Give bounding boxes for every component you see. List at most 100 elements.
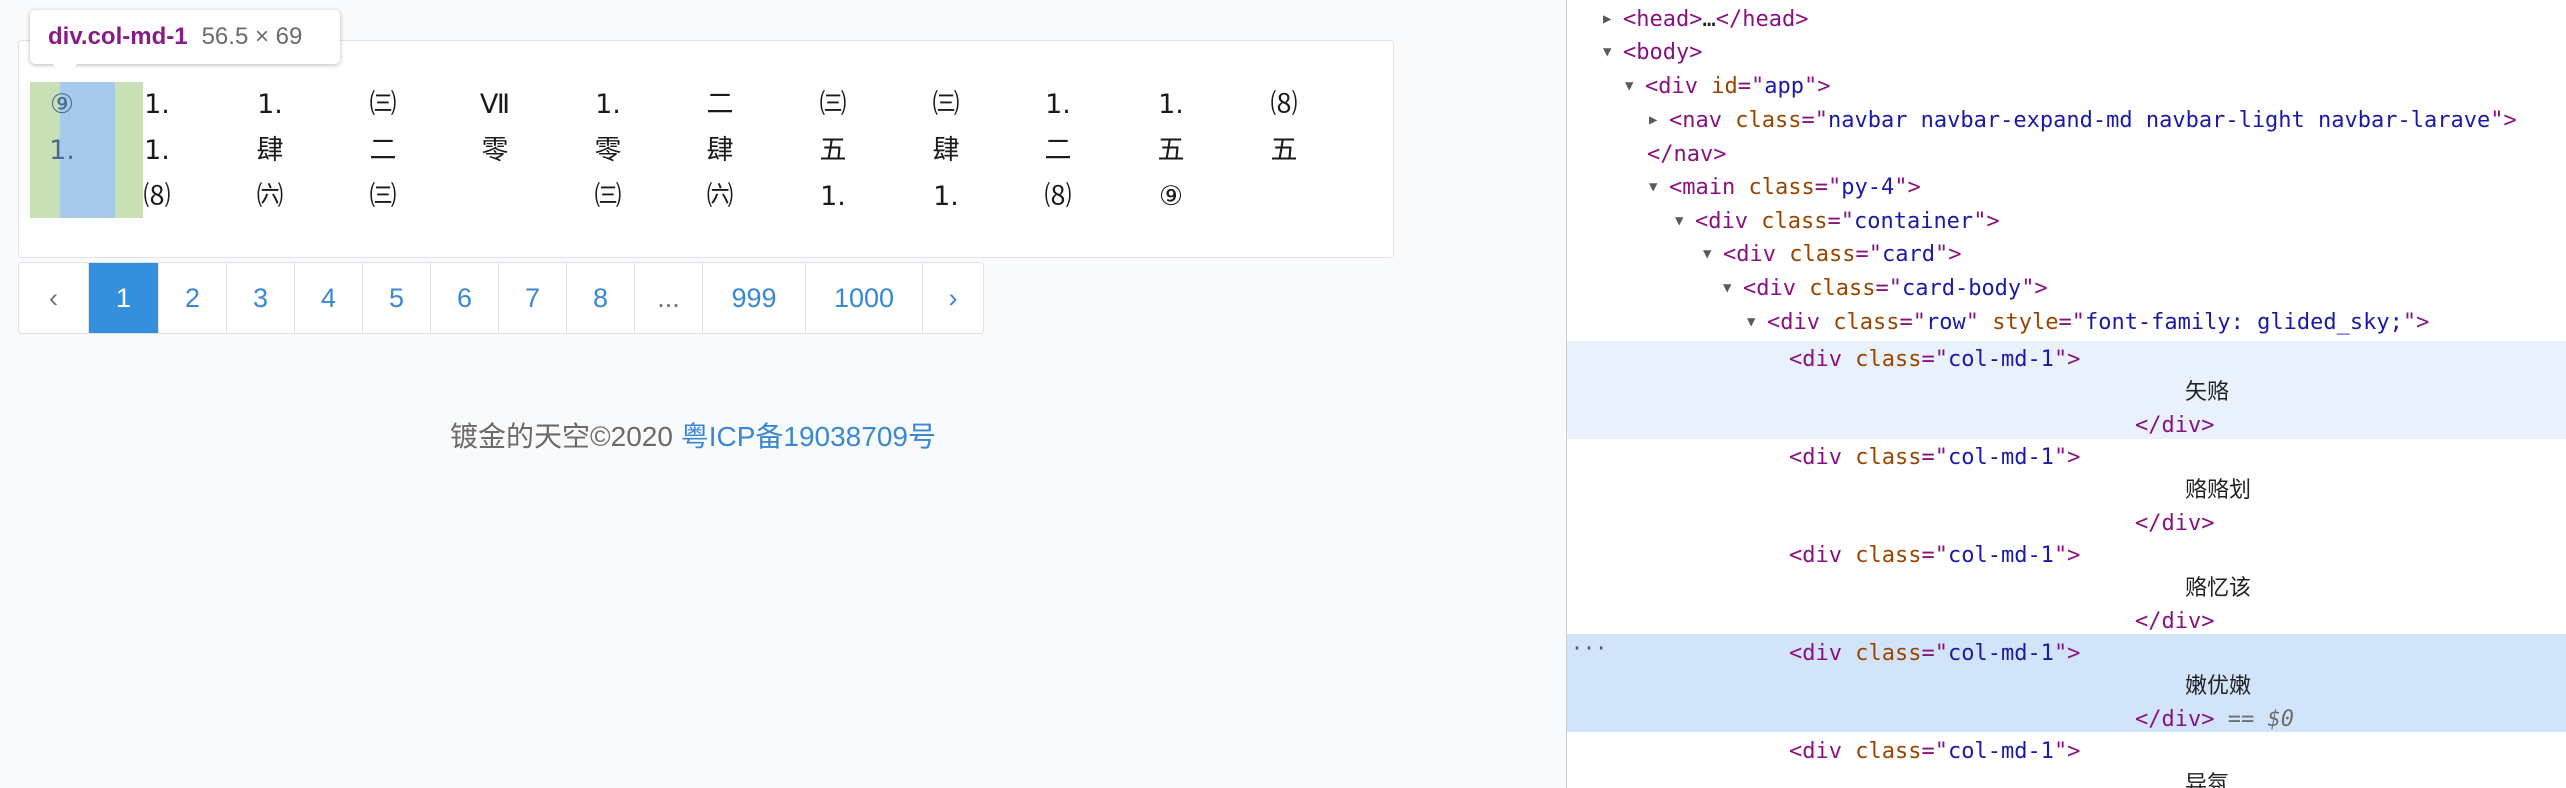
glyph-column: ㈢二㈢ <box>353 82 413 220</box>
dom-node-text[interactable]: 赂忆该 <box>1567 572 2566 605</box>
pagination-page-999[interactable]: 999 <box>703 263 806 333</box>
dom-node-col-md-1[interactable]: <div class="col-md-1"> <box>1567 441 2566 474</box>
collapse-arrow-icon[interactable]: ▼ <box>1723 272 1731 305</box>
dom-node-col-close[interactable]: </div> <box>1567 409 2566 442</box>
devtools-elements-panel: ▶ <head>…</head> ▼ <body> ▼ <div id="app"> ▶ <n… <box>1566 0 2566 788</box>
glyph-cell: 1. <box>820 181 846 212</box>
glyph-column: 1. 五 ⑨ <box>1141 82 1201 220</box>
pagination-page-6[interactable]: 6 <box>431 263 499 333</box>
icp-link[interactable]: 粤ICP备19038709号 <box>681 421 936 452</box>
glyph-cell: ⑨ <box>1158 181 1184 212</box>
glyph-column: 1. 二 ⑻ <box>1028 82 1088 220</box>
dom-node-nav-close[interactable]: </nav> <box>1567 138 2566 171</box>
glyph-column: ⑨ 1. <box>32 82 92 174</box>
dom-node-text[interactable]: 嫩优嫩 <box>1567 670 2566 703</box>
glyph-cell: ⑻ <box>1270 89 1298 120</box>
glyph-cell: 肆 <box>706 135 734 166</box>
glyph-cell <box>465 174 525 220</box>
dom-node-card[interactable]: ▼ <div class="card"> <box>1567 238 2566 271</box>
glyph-cell: 零 <box>594 135 622 166</box>
glyph-cell: 1. <box>257 89 283 120</box>
glyph-cell: 1. <box>595 89 621 120</box>
dom-node-col-md-1[interactable]: <div class="col-md-1"> <box>1567 735 2566 768</box>
glyph-cell: 1. <box>49 135 75 166</box>
glyph-cell: 零 <box>481 135 509 166</box>
collapse-arrow-icon[interactable]: ▼ <box>1603 36 1611 69</box>
pagination: ‹ 1 2 3 4 5 6 7 8 ... 999 1000 › <box>18 262 984 334</box>
tooltip-arrow <box>52 63 78 79</box>
glyph-cell: 五 <box>1270 135 1298 166</box>
glyph-cell: 1. <box>1158 89 1184 120</box>
dom-node-card-body[interactable]: ▼ <div class="card-body"> <box>1567 272 2566 305</box>
footer: 镀金的天空©2020 粤ICP备19038709号 <box>450 415 936 455</box>
dom-node-main[interactable]: ▼ <main class="py-4"> <box>1567 171 2566 204</box>
glyph-cell: ㈢ <box>932 89 960 120</box>
glyph-cell: ⑻ <box>1044 181 1072 212</box>
glyph-cell: 二 <box>706 89 734 120</box>
more-actions-icon[interactable]: ··· <box>1571 636 1607 660</box>
glyph-cell: ㈥ <box>706 181 734 212</box>
glyph-cell: ㈢ <box>369 89 397 120</box>
glyph-column: 二肆㈥ <box>690 82 750 220</box>
dom-node-body[interactable]: ▼ <body> <box>1567 36 2566 69</box>
tooltip-dimensions: 56.5 × 69 <box>201 23 303 50</box>
glyph-cell: ⑨ <box>49 89 75 120</box>
glyph-column: ⑻五 <box>1254 82 1314 220</box>
dom-node-col-md-1[interactable]: <div class="col-md-1"> <box>1567 343 2566 376</box>
glyph-cell: ㈢ <box>369 181 397 212</box>
pagination-page-5[interactable]: 5 <box>363 263 431 333</box>
inspect-tooltip: div.col-md-1 56.5 × 69 <box>30 10 340 64</box>
glyph-cell: 肆 <box>932 135 960 166</box>
glyph-column: ㈢五 1. <box>803 82 863 220</box>
dom-node-col-close[interactable]: </div> == $0 <box>1567 703 2566 736</box>
collapse-arrow-icon[interactable]: ▼ <box>1703 238 1711 271</box>
glyph-cell: ㈢ <box>819 89 847 120</box>
dom-node-col-md-1[interactable]: <div class="col-md-1"> <box>1567 637 2566 670</box>
dom-node-container[interactable]: ▼ <div class="container"> <box>1567 205 2566 238</box>
pagination-page-2[interactable]: 2 <box>159 263 227 333</box>
glyph-cell: ㈢ <box>594 181 622 212</box>
glyph-cell: 二 <box>369 135 397 166</box>
glyph-column: ㈢肆 1. <box>916 82 976 220</box>
collapse-arrow-icon[interactable]: ▼ <box>1649 171 1657 204</box>
glyph-cell: 五 <box>1157 135 1185 166</box>
glyph-cell: 1. <box>144 135 170 166</box>
glyph-cell: 肆 <box>256 135 284 166</box>
collapse-arrow-icon[interactable]: ▼ <box>1625 70 1633 103</box>
footer-copyright: 镀金的天空©2020 <box>450 421 681 452</box>
glyph-cell: Ⅶ <box>479 89 511 120</box>
pagination-page-1[interactable]: 1 <box>89 263 159 333</box>
dom-node-col-close[interactable]: </div> <box>1567 605 2566 638</box>
collapse-arrow-icon[interactable]: ▼ <box>1675 205 1683 238</box>
glyph-column: 1. 肆㈥ <box>240 82 300 220</box>
page-viewport: ⑨ 1. 1. 1. ⑻ 1. 肆㈥㈢二㈢ Ⅶ 零 1. 零㈢二肆㈥㈢五 1. ㈢肆 1. 1. 二 ⑻ 1. 五 ⑨… <box>0 0 1566 788</box>
glyph-cell: 1. <box>1045 89 1071 120</box>
expand-arrow-icon[interactable]: ▶ <box>1603 3 1611 36</box>
pagination-ellipsis: ... <box>635 263 703 333</box>
dom-node-col-close[interactable]: </div> <box>1567 507 2566 540</box>
glyph-cell: 五 <box>819 135 847 166</box>
pagination-page-4[interactable]: 4 <box>295 263 363 333</box>
collapse-arrow-icon[interactable]: ▼ <box>1747 306 1755 339</box>
dom-node-row[interactable]: ▼ <div class="row" style="font-family: gl… <box>1567 306 2566 339</box>
expand-arrow-icon[interactable]: ▶ <box>1649 104 1657 137</box>
dom-node-nav[interactable]: ▶ <nav class="navbar navbar-expand-md nav… <box>1567 104 2566 137</box>
pagination-page-3[interactable]: 3 <box>227 263 295 333</box>
dom-node-col-md-1[interactable]: <div class="col-md-1"> <box>1567 539 2566 572</box>
pagination-page-7[interactable]: 7 <box>499 263 567 333</box>
glyph-cell: ㈥ <box>256 181 284 212</box>
pagination-page-8[interactable]: 8 <box>567 263 635 333</box>
glyph-cell: 1. <box>933 181 959 212</box>
dom-node-head[interactable]: ▶ <head>…</head> <box>1567 3 2566 36</box>
pagination-page-1000[interactable]: 1000 <box>806 263 923 333</box>
dom-node-text[interactable]: 矢赂 <box>1567 376 2566 409</box>
pagination-prev[interactable]: ‹ <box>19 263 89 333</box>
dom-node-text[interactable]: 赂赂划 <box>1567 474 2566 507</box>
glyph-cell: 1. <box>144 89 170 120</box>
glyph-cell: ⑻ <box>143 181 171 212</box>
glyph-column: 1. 1. ⑻ <box>127 82 187 220</box>
pagination-next[interactable]: › <box>923 263 983 333</box>
dom-node-text[interactable]: 异氛 <box>1567 768 2566 788</box>
glyph-column: 1. 零㈢ <box>578 82 638 220</box>
dom-node-app[interactable]: ▼ <div id="app"> <box>1567 70 2566 103</box>
